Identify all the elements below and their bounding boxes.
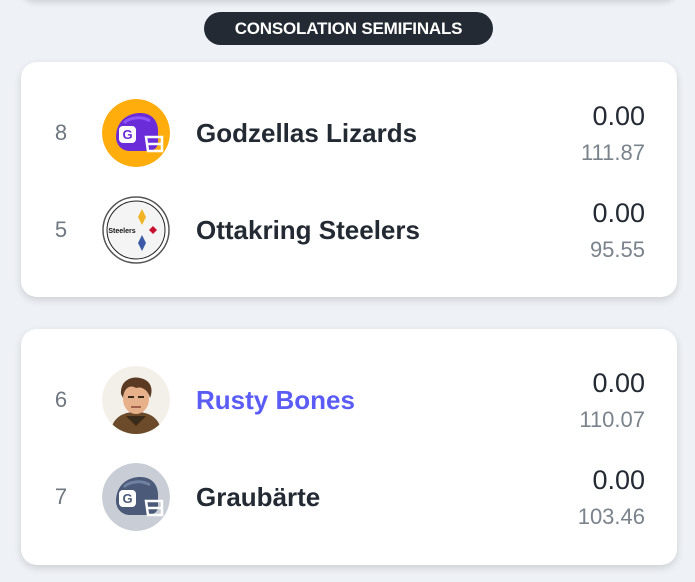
svg-text:G: G	[122, 491, 132, 506]
team-row[interactable]: 7 G Graubärte 0.00 103.46	[21, 462, 677, 532]
team-projected: 95.55	[589, 237, 645, 262]
team-projected: 111.87	[580, 140, 645, 165]
team-name[interactable]: Rusty Bones	[196, 365, 355, 435]
team-name[interactable]: Graubärte	[196, 462, 320, 532]
svg-text:G: G	[122, 127, 132, 142]
team-score: 0.00	[592, 198, 645, 228]
team-projected: 103.46	[577, 504, 645, 529]
matchup-card[interactable]: 8 G Godzellas Lizards 0.00 111.87 5 Stee…	[21, 62, 677, 297]
team-seed: 8	[54, 120, 68, 145]
gray-helmet-icon[interactable]: G	[102, 463, 170, 531]
team-name[interactable]: Godzellas Lizards	[196, 98, 417, 168]
team-score: 0.00	[592, 368, 645, 398]
team-seed: 6	[54, 387, 68, 412]
svg-text:Steelers: Steelers	[108, 228, 135, 235]
character-avatar-icon[interactable]	[102, 366, 170, 434]
team-score: 0.00	[592, 465, 645, 495]
steelers-logo-icon[interactable]: Steelers	[102, 196, 170, 264]
team-name[interactable]: Ottakring Steelers	[196, 195, 420, 265]
purple-helmet-icon[interactable]: G	[102, 99, 170, 167]
team-score: 0.00	[592, 101, 645, 131]
team-seed: 5	[54, 217, 68, 242]
section-title: CONSOLATION SEMIFINALS	[234, 18, 463, 38]
section-header: CONSOLATION SEMIFINALS	[204, 12, 493, 45]
team-row[interactable]: 6 Rusty Bones 0.00 110.07	[21, 365, 677, 435]
team-seed: 7	[54, 484, 68, 509]
matchup-card[interactable]: 6 Rusty Bones 0.00 110.07 7 G Graubärte …	[21, 329, 677, 565]
team-row[interactable]: 8 G Godzellas Lizards 0.00 111.87	[21, 98, 677, 168]
team-row[interactable]: 5 Steelers Ottakring Steelers 0.00 95.55	[21, 195, 677, 265]
team-projected: 110.07	[579, 407, 645, 432]
